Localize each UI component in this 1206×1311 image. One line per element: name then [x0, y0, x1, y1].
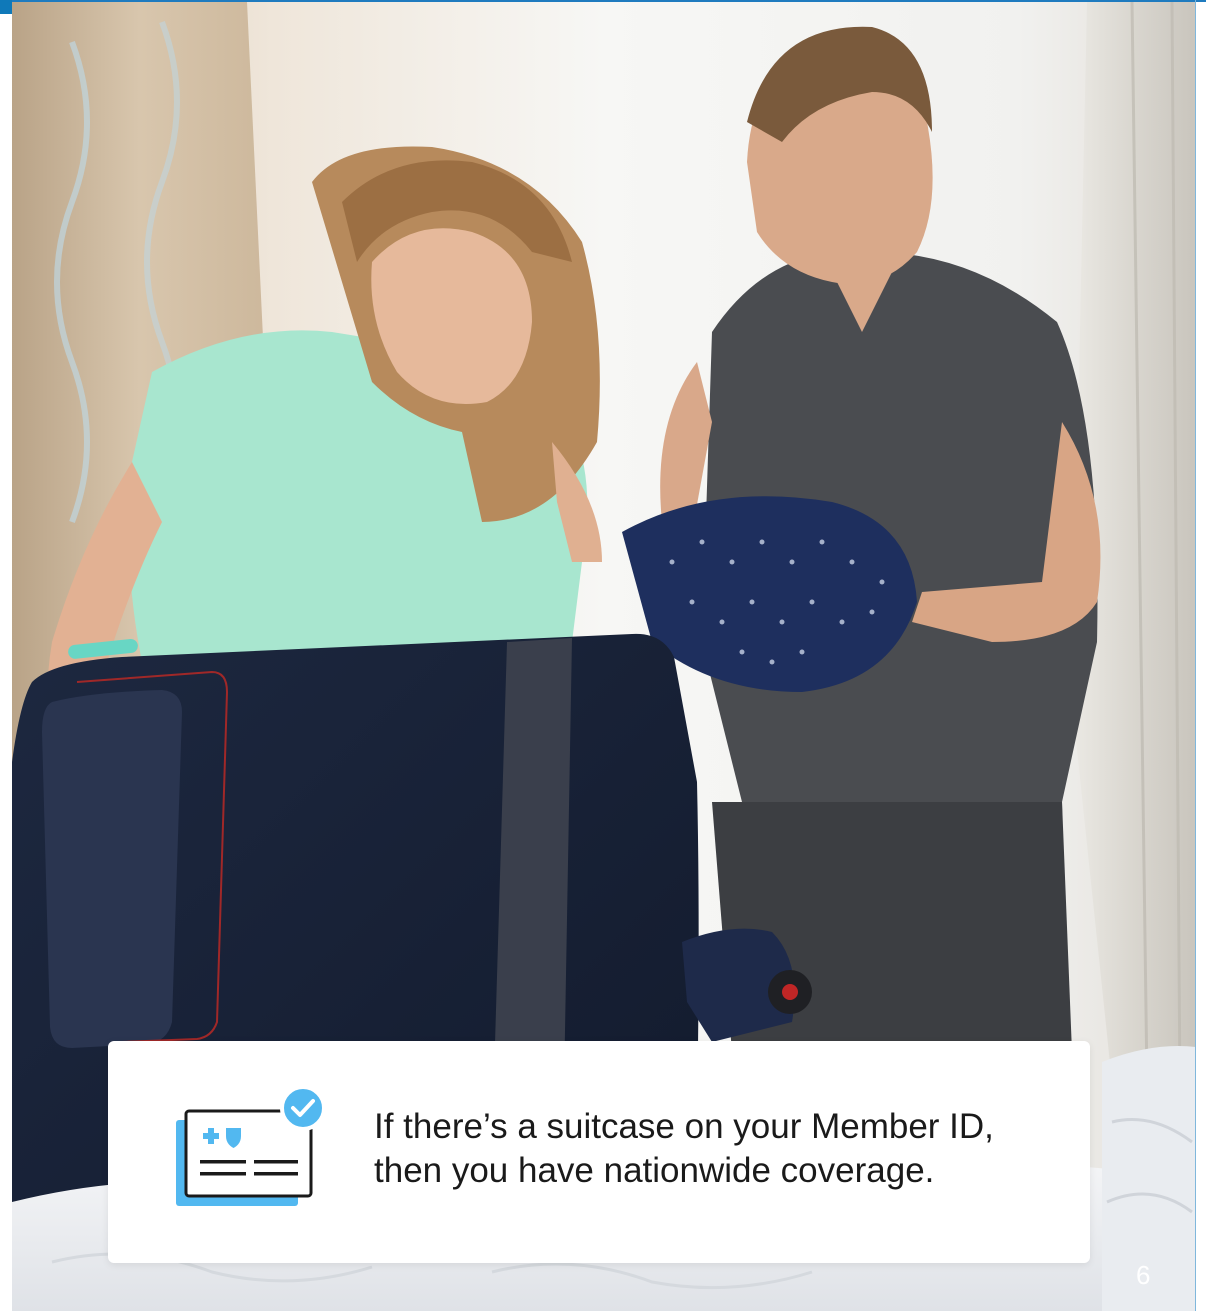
page-number: 6 — [1136, 1260, 1151, 1290]
slide: If there’s a suitcase on your Member ID,… — [0, 0, 1206, 1311]
right-border-line — [1195, 0, 1196, 1311]
coverage-message: If there’s a suitcase on your Member ID,… — [374, 1105, 1064, 1193]
coverage-message-line-1: If there’s a suitcase on your Member ID, — [374, 1107, 994, 1146]
member-id-card-check-icon — [176, 1085, 326, 1211]
coverage-message-line-2: then you have nationwide coverage. — [374, 1151, 935, 1190]
coverage-info-card: If there’s a suitcase on your Member ID,… — [108, 1041, 1090, 1263]
top-left-accent — [0, 0, 12, 14]
